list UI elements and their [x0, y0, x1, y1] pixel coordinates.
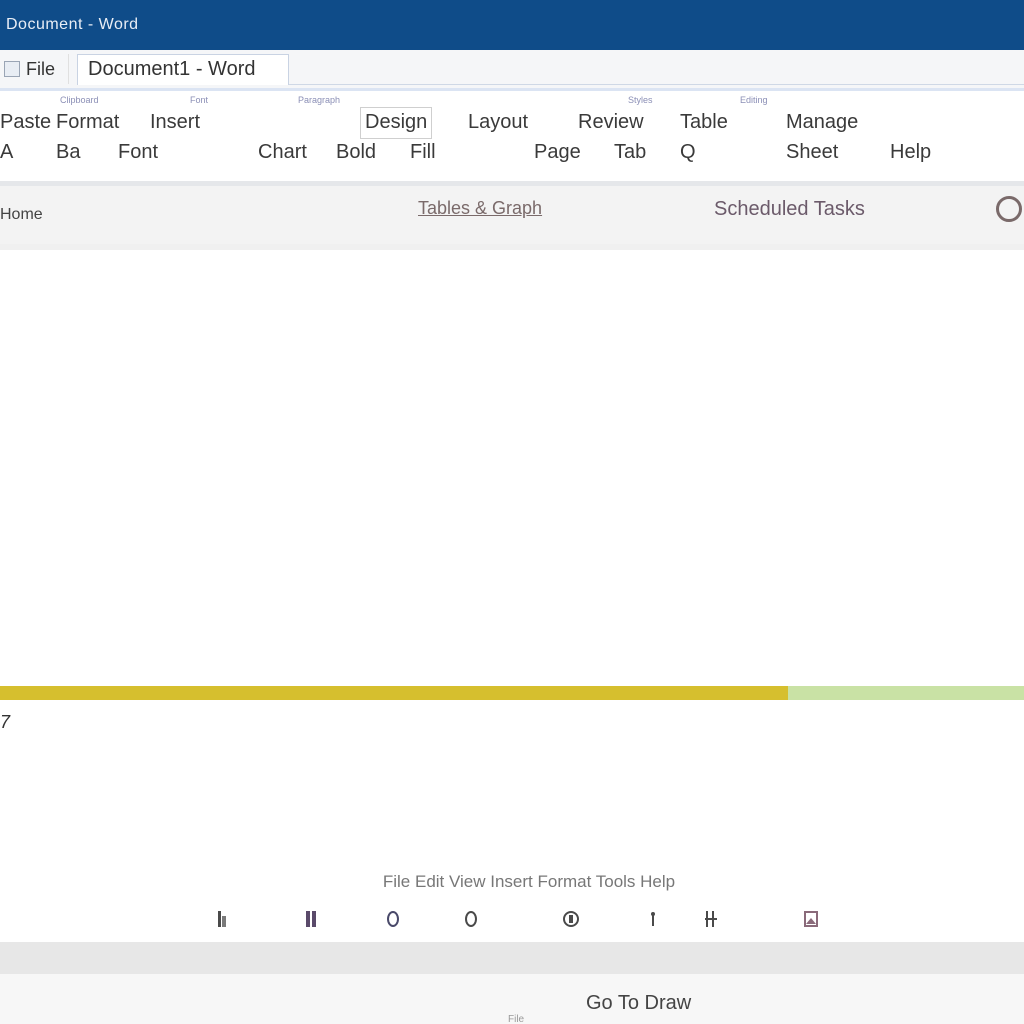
navigation-bar: Home Tables & Graph Scheduled Tasks: [0, 186, 1024, 250]
ribbon-format-button[interactable]: Format: [56, 107, 119, 137]
window-title: Document - Word: [6, 16, 139, 33]
ribbon-table-button[interactable]: Table: [680, 107, 728, 137]
ribbon-row-1: Paste Format Insert Design Layout Review…: [0, 107, 1024, 139]
bold-icon[interactable]: [212, 908, 234, 930]
ribbon-q-button[interactable]: Q: [680, 137, 696, 167]
lower-panel: 7 File Edit View Insert Format Tools Hel…: [0, 712, 1024, 942]
ribbon-tab-button[interactable]: Tab: [614, 137, 646, 167]
ribbon-group-labels: Clipboard Font Paragraph Styles Editing: [0, 95, 1024, 107]
app-icon: [4, 61, 20, 77]
progress-marker: 7: [0, 712, 11, 732]
footer-bar: Go To Draw File: [0, 974, 1024, 1024]
image-icon[interactable]: [800, 908, 822, 930]
progress-strip: [0, 662, 1024, 706]
ribbon-design-button[interactable]: Design: [360, 107, 433, 139]
italic-icon[interactable]: [300, 908, 322, 930]
align-icon[interactable]: [702, 908, 724, 930]
ribbon-manage-button[interactable]: Manage: [786, 107, 858, 137]
ribbon-font-button[interactable]: Font: [118, 137, 158, 167]
search-icon[interactable]: [996, 196, 1022, 222]
ribbon-fill-button[interactable]: Fill: [410, 137, 436, 167]
ribbon-layout-button[interactable]: Layout: [468, 107, 528, 137]
group-label-styles: Styles: [628, 95, 653, 105]
group-label-editing: Editing: [740, 95, 768, 105]
application-window: Document - Word File Document1 - Word Cl…: [0, 0, 1024, 1024]
title-bar: Document - Word: [0, 0, 1024, 50]
record-icon[interactable]: [460, 908, 482, 930]
copy-icon[interactable]: [560, 908, 582, 930]
nav-scheduled-tasks[interactable]: Scheduled Tasks: [714, 198, 865, 221]
progress-fill: [0, 686, 789, 700]
ribbon-page-button[interactable]: Page: [534, 137, 581, 167]
group-label-clipboard: Clipboard: [60, 95, 99, 105]
ribbon-help-button[interactable]: Help: [890, 137, 931, 167]
ribbon-insert-button[interactable]: Insert: [150, 107, 200, 137]
ribbon-font-color-button[interactable]: A: [0, 137, 13, 167]
lower-menu-caption: File Edit View Insert Format Tools Help: [382, 872, 676, 891]
tab-strip: File Document1 - Word: [0, 50, 1024, 91]
tab-file-label: File: [26, 58, 56, 79]
ribbon-toolbar: Clipboard Font Paragraph Styles Editing …: [0, 91, 1024, 186]
circle-icon[interactable]: [382, 908, 404, 930]
progress-track: [0, 686, 1024, 700]
nav-tables-link[interactable]: Tables & Graph: [418, 198, 542, 219]
ribbon-bold-button[interactable]: Bold: [336, 137, 376, 167]
footer-sub-label: File: [508, 1014, 525, 1024]
ribbon-row-2: A Ba Font Chart Bold Fill Page Tab Q She…: [0, 137, 1024, 167]
group-label-font: Font: [190, 95, 209, 105]
bottom-separator: [0, 942, 1024, 974]
nav-home-link[interactable]: Home: [0, 206, 43, 224]
pin-icon[interactable]: [642, 908, 664, 930]
footer-go-to-button[interactable]: Go To Draw: [586, 992, 691, 1015]
ribbon-paste-button[interactable]: Paste: [0, 107, 51, 137]
ribbon-chart-button[interactable]: Chart: [258, 137, 307, 167]
ribbon-case-button[interactable]: Ba: [56, 137, 80, 167]
lower-icon-row: [204, 908, 854, 934]
ribbon-sheet-button[interactable]: Sheet: [786, 137, 838, 167]
tab-document-label: Document1 - Word: [88, 58, 256, 80]
tab-document[interactable]: Document1 - Word: [77, 53, 289, 85]
ribbon-review-button[interactable]: Review: [578, 107, 644, 137]
document-canvas[interactable]: [0, 250, 1024, 660]
group-label-paragraph: Paragraph: [298, 95, 341, 105]
tab-strip-filler: [289, 54, 1024, 85]
tab-file[interactable]: File: [0, 54, 69, 84]
